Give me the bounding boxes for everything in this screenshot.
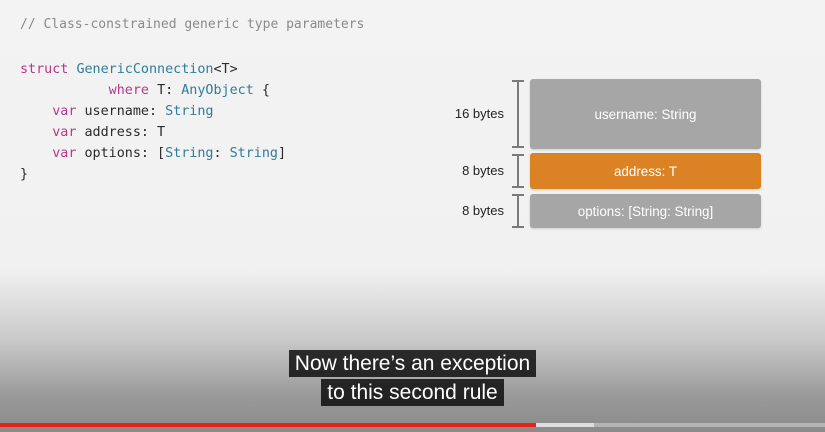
code-line: var address: T: [20, 122, 286, 143]
code-comment: // Class-constrained generic type parame…: [20, 17, 365, 32]
code-token: ]: [278, 146, 287, 161]
video-frame[interactable]: // Class-constrained generic type parame…: [0, 0, 825, 432]
code-line: var options: [String: String]: [20, 143, 286, 164]
size-label-username: 16 bytes: [454, 106, 504, 121]
code-token: address: T: [84, 125, 166, 140]
code-token: var: [20, 146, 85, 161]
size-bracket-username: [512, 80, 524, 148]
size-label-options: 8 bytes: [462, 203, 504, 218]
code-token: where: [20, 83, 158, 98]
code-line: where T: AnyObject {: [20, 80, 286, 101]
code-token: String: [229, 146, 278, 161]
code-token: struct: [20, 62, 77, 77]
code-line: struct GenericConnection<T>: [20, 59, 286, 80]
code-block: struct GenericConnection<T> where T: Any…: [20, 59, 286, 185]
code-token: String: [165, 146, 214, 161]
code-token: GenericConnection: [76, 62, 214, 77]
code-token: :: [213, 146, 230, 161]
code-token: AnyObject: [181, 83, 254, 98]
code-line: }: [20, 164, 286, 185]
code-line: var username: String: [20, 101, 286, 122]
player-controls-strip: [0, 427, 825, 432]
code-token: options: [: [84, 146, 166, 161]
code-token: }: [20, 167, 29, 182]
caption-line-2: to this second rule: [321, 379, 504, 406]
code-token: var: [20, 125, 85, 140]
size-label-address: 8 bytes: [462, 163, 504, 178]
code-token: var: [20, 104, 85, 119]
code-token: {: [253, 83, 270, 98]
size-bracket-options: [512, 194, 524, 228]
memory-block-address: address: T: [530, 153, 761, 189]
video-captions: Now there’s an exception to this second …: [0, 350, 825, 408]
code-token: T:: [157, 83, 182, 98]
caption-line-1: Now there’s an exception: [288, 350, 537, 377]
memory-block-username: username: String: [530, 79, 761, 149]
memory-block-options: options: [String: String]: [530, 194, 761, 228]
size-bracket-address: [512, 154, 524, 188]
code-token: String: [165, 104, 214, 119]
code-token: username:: [84, 104, 166, 119]
code-token: <T>: [213, 62, 238, 77]
